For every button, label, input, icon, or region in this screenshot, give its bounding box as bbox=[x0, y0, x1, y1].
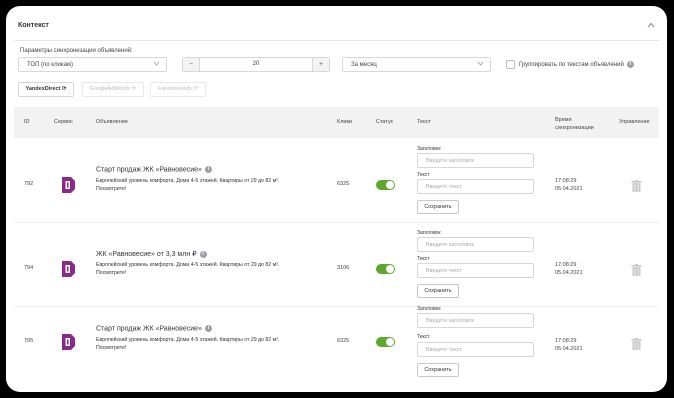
facebookads-button[interactable]: FacebookAds ⟳ bbox=[150, 82, 206, 97]
column-clicks: Клики bbox=[337, 119, 352, 125]
content-panel: Контекст Параметры синхронизации объявле… bbox=[6, 6, 667, 392]
info-icon[interactable]: i bbox=[626, 61, 634, 68]
status-toggle[interactable] bbox=[376, 337, 395, 347]
yandexdirect-logo-icon bbox=[60, 333, 77, 351]
sort-select[interactable]: ТОП (по кликам) bbox=[18, 57, 167, 72]
clicks-value: 6325 bbox=[337, 338, 350, 344]
sync-time: 17:08:29 05.04.2021 bbox=[555, 262, 583, 276]
sort-select-value: ТОП (по кликам) bbox=[27, 62, 74, 68]
sync-params-label: Параметры синхронизации объявлений: bbox=[20, 48, 133, 54]
period-select[interactable]: За месяц bbox=[342, 57, 491, 72]
increment-button[interactable]: + bbox=[312, 58, 329, 71]
clicks-value: 3106 bbox=[337, 265, 350, 271]
trash-icon[interactable] bbox=[631, 179, 642, 192]
column-service: Сервис bbox=[54, 119, 73, 125]
ad-title: Старт продаж ЖК «Равновесие» i bbox=[96, 325, 212, 332]
title-input-field[interactable] bbox=[418, 314, 533, 327]
text-input[interactable] bbox=[417, 263, 534, 278]
trash-icon[interactable] bbox=[631, 337, 642, 350]
title-input[interactable] bbox=[417, 313, 534, 328]
text-input[interactable] bbox=[417, 342, 534, 357]
text-field-label: Текст bbox=[417, 256, 430, 262]
group-checkbox[interactable] bbox=[506, 60, 515, 69]
ad-title: Старт продаж ЖК «Равновесие» i bbox=[96, 166, 212, 173]
column-ad: Объявление bbox=[96, 119, 128, 125]
title-field-label: Заголовок bbox=[417, 146, 441, 152]
sync-time: 17:08:29 05.04.2021 bbox=[555, 178, 583, 192]
text-field-label: Текст bbox=[417, 172, 430, 178]
ad-title: ЖК «Равновесие» от 3,3 млн ₽ i bbox=[96, 250, 207, 258]
table-header: ID Сервис Объявление Клики Статус Текст … bbox=[14, 107, 659, 138]
save-button[interactable]: Сохранить bbox=[417, 363, 459, 377]
ad-description: Европейский уровень комфорта. Дома 4-5 э… bbox=[96, 262, 280, 276]
info-icon[interactable]: i bbox=[204, 166, 212, 173]
sync-time: 17:08:29 05.04.2021 bbox=[555, 338, 583, 352]
column-manage: Управление bbox=[619, 119, 650, 125]
count-value[interactable]: 20 bbox=[199, 61, 313, 67]
status-toggle[interactable] bbox=[376, 264, 395, 274]
column-id: ID bbox=[24, 119, 30, 125]
table-row: 795 Старт продаж ЖК «Равновесие» i Европе… bbox=[14, 306, 659, 390]
panel-header[interactable]: Контекст bbox=[6, 6, 667, 42]
title-field-label: Заголовок bbox=[417, 230, 441, 236]
decrement-button[interactable]: − bbox=[183, 58, 200, 71]
ad-description: Европейский уровень комфорта. Дома 4-5 э… bbox=[96, 337, 280, 351]
googleadwords-button[interactable]: GoogleAdWords ⟳ bbox=[82, 82, 144, 97]
text-field-label: Текст bbox=[417, 334, 430, 340]
save-button[interactable]: Сохранить bbox=[417, 200, 459, 214]
title-input[interactable] bbox=[417, 153, 534, 168]
table-row: 792 Старт продаж ЖК «Равновесие» i Европе… bbox=[14, 138, 659, 223]
info-icon[interactable]: i bbox=[199, 250, 207, 258]
text-input-field[interactable] bbox=[418, 180, 533, 193]
row-id: 792 bbox=[24, 181, 34, 187]
column-status: Статус bbox=[376, 119, 394, 125]
yandexdirect-button[interactable]: YandexDirect ⟳ bbox=[18, 82, 74, 97]
chevron-down-icon bbox=[477, 61, 484, 68]
chevron-down-icon bbox=[153, 61, 160, 68]
divider bbox=[14, 40, 659, 41]
text-input-field[interactable] bbox=[418, 264, 533, 277]
status-toggle[interactable] bbox=[376, 180, 395, 190]
trash-icon[interactable] bbox=[631, 263, 642, 276]
ad-description: Европейский уровень комфорта. Дома 4-5 э… bbox=[96, 178, 280, 192]
text-input-field[interactable] bbox=[418, 343, 533, 356]
row-id: 794 bbox=[24, 265, 34, 271]
column-sync-time: Время синхронизации bbox=[555, 117, 594, 131]
clicks-value: 6325 bbox=[337, 181, 350, 187]
row-id: 795 bbox=[24, 338, 34, 344]
save-button[interactable]: Сохранить bbox=[417, 284, 459, 298]
title-input-field[interactable] bbox=[418, 238, 533, 251]
info-icon[interactable]: i bbox=[204, 325, 212, 332]
group-checkbox-label: Группировать по текстам объявлений i bbox=[519, 61, 634, 68]
title-input-field[interactable] bbox=[418, 154, 533, 167]
column-text: Текст bbox=[417, 119, 431, 125]
period-select-value: За месяц bbox=[351, 62, 377, 68]
yandexdirect-logo-icon bbox=[60, 176, 77, 194]
chevron-up-icon[interactable] bbox=[647, 21, 655, 30]
count-stepper[interactable]: − 20 + bbox=[182, 57, 330, 72]
title-field-label: Заголовок bbox=[417, 306, 441, 312]
panel-title: Контекст bbox=[18, 22, 49, 29]
title-input[interactable] bbox=[417, 237, 534, 252]
text-input[interactable] bbox=[417, 179, 534, 194]
yandexdirect-logo-icon bbox=[60, 260, 77, 278]
table-row: 794 ЖК «Равновесие» от 3,3 млн ₽ i Европе… bbox=[14, 222, 659, 307]
